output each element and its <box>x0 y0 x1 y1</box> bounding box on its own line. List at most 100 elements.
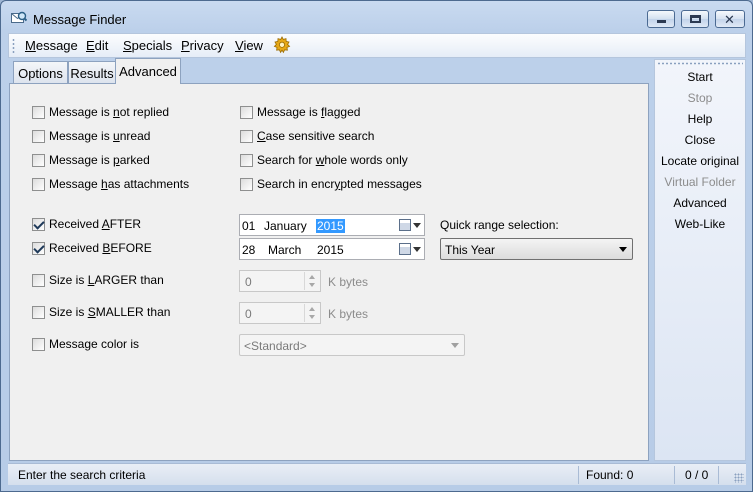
menu-view[interactable]: View <box>235 38 263 53</box>
quick-range-label: Quick range selection: <box>440 218 559 232</box>
close-icon: ✕ <box>724 12 735 27</box>
checkbox-parked-box[interactable] <box>32 153 45 167</box>
checkbox-encrypted-box[interactable] <box>240 177 253 191</box>
size-smaller-spin-buttons[interactable] <box>304 304 319 322</box>
checkbox-size-larger-label: Size is LARGER than <box>49 273 164 287</box>
gear-icon[interactable] <box>273 36 291 54</box>
spin-up-icon[interactable] <box>309 307 315 311</box>
checkbox-unread[interactable]: Message is unread <box>32 129 150 143</box>
checkbox-case-sensitive[interactable]: Case sensitive search <box>240 129 374 143</box>
checkbox-message-color[interactable]: Message color is <box>32 337 139 351</box>
checkbox-received-after-box[interactable] <box>32 217 45 231</box>
advanced-panel: Message is not replied Message is unread… <box>9 83 649 461</box>
action-button-panel: Start Stop Help Close Locate original Vi… <box>654 59 746 461</box>
size-smaller-unit: K bytes <box>328 307 369 321</box>
before-month[interactable]: March <box>268 243 301 257</box>
checkbox-not-replied-box[interactable] <box>32 105 45 119</box>
checkbox-parked-label: Message is parked <box>49 153 150 167</box>
checkbox-unread-box[interactable] <box>32 129 45 143</box>
menu-privacy[interactable]: Privacy <box>181 38 224 53</box>
tab-results[interactable]: Results <box>68 61 116 83</box>
checkbox-case-sensitive-box[interactable] <box>240 129 253 143</box>
checkbox-message-color-box[interactable] <box>32 337 45 351</box>
help-button[interactable]: Help <box>655 112 745 126</box>
size-smaller-stepper[interactable]: 0 <box>239 302 321 324</box>
checkbox-size-larger-box[interactable] <box>32 273 45 287</box>
checkbox-encrypted[interactable]: Search in encrypted messages <box>240 177 422 191</box>
advanced-button[interactable]: Advanced <box>655 196 745 210</box>
menu-message[interactable]: Message <box>25 38 78 53</box>
status-bar: Enter the search criteria Found: 0 0 / 0 <box>8 463 746 485</box>
chevron-down-icon[interactable] <box>413 247 421 252</box>
message-color-value: <Standard> <box>244 339 307 353</box>
toolbar-grip[interactable] <box>657 62 743 65</box>
toolbar-grip[interactable] <box>12 38 15 54</box>
quick-range-select[interactable]: This Year <box>440 238 633 260</box>
message-color-select[interactable]: <Standard> <box>239 334 465 356</box>
received-after-date-picker[interactable]: 01 January 2015 <box>239 214 425 236</box>
quick-range-value: This Year <box>445 243 496 257</box>
status-divider <box>718 466 719 484</box>
size-larger-stepper[interactable]: 0 <box>239 270 321 292</box>
virtual-folder-button[interactable]: Virtual Folder <box>655 175 745 189</box>
close-button[interactable]: Close <box>655 133 745 147</box>
checkbox-received-after-label: Received AFTER <box>49 217 142 231</box>
checkbox-received-before-box[interactable] <box>32 241 45 255</box>
spin-down-icon[interactable] <box>309 283 315 287</box>
checkbox-attachments-label: Message has attachments <box>49 177 190 191</box>
after-year[interactable]: 2015 <box>316 219 345 233</box>
menu-view-label: iew <box>243 38 263 53</box>
after-day[interactable]: 01 <box>242 219 255 233</box>
after-month[interactable]: January <box>264 219 307 233</box>
checkbox-whole-words[interactable]: Search for whole words only <box>240 153 408 167</box>
checkbox-attachments-box[interactable] <box>32 177 45 191</box>
menu-specials-mnemonic: S <box>123 38 132 53</box>
checkbox-size-larger[interactable]: Size is LARGER than <box>32 273 164 287</box>
tab-options[interactable]: Options <box>13 61 68 83</box>
title-bar[interactable]: Message Finder ✕ <box>1 1 752 33</box>
start-button[interactable]: Start <box>655 70 745 84</box>
minimize-button[interactable] <box>647 10 675 28</box>
before-day[interactable]: 28 <box>242 243 255 257</box>
calendar-icon[interactable] <box>399 243 411 255</box>
checkbox-received-after[interactable]: Received AFTER <box>32 217 141 231</box>
chevron-down-icon[interactable] <box>413 223 421 228</box>
size-larger-spin-buttons[interactable] <box>304 272 319 290</box>
menu-bar: Message Edit Specials Privacy View <box>8 33 746 58</box>
received-before-date-picker[interactable]: 28 March 2015 <box>239 238 425 260</box>
checkbox-flagged[interactable]: Message is flagged <box>240 105 360 119</box>
maximize-button[interactable] <box>681 10 709 28</box>
close-window-button[interactable]: ✕ <box>715 10 745 28</box>
before-year[interactable]: 2015 <box>317 243 344 257</box>
stop-button[interactable]: Stop <box>655 91 745 105</box>
checkbox-not-replied[interactable]: Message is not replied <box>32 105 169 119</box>
checkbox-received-before[interactable]: Received BEFORE <box>32 241 152 255</box>
spin-down-icon[interactable] <box>309 315 315 319</box>
message-finder-window: Message Finder ✕ Message Edit Specials P… <box>0 0 753 492</box>
menu-edit[interactable]: Edit <box>86 38 108 53</box>
calendar-icon[interactable] <box>399 219 411 231</box>
checkbox-case-sensitive-label: Case sensitive search <box>257 129 375 143</box>
spin-up-icon[interactable] <box>309 275 315 279</box>
status-message: Enter the search criteria <box>18 468 146 482</box>
checkbox-size-smaller-label: Size is SMALLER than <box>49 305 171 319</box>
tab-advanced[interactable]: Advanced <box>115 58 181 84</box>
maximize-icon <box>690 15 701 23</box>
window-title: Message Finder <box>33 12 127 27</box>
checkbox-message-color-label: Message color is <box>49 337 140 351</box>
locate-original-button[interactable]: Locate original <box>655 154 745 168</box>
resize-grip[interactable] <box>734 473 744 483</box>
size-larger-value: 0 <box>245 275 252 289</box>
checkbox-size-smaller[interactable]: Size is SMALLER than <box>32 305 170 319</box>
menu-specials[interactable]: Specials <box>123 38 172 53</box>
checkbox-flagged-box[interactable] <box>240 105 253 119</box>
checkbox-attachments[interactable]: Message has attachments <box>32 177 189 191</box>
checkbox-whole-words-box[interactable] <box>240 153 253 167</box>
checkbox-received-before-label: Received BEFORE <box>49 241 152 255</box>
menu-edit-label: dit <box>94 38 109 53</box>
menu-message-mnemonic: M <box>25 38 36 53</box>
checkbox-size-smaller-box[interactable] <box>32 305 45 319</box>
checkbox-parked[interactable]: Message is parked <box>32 153 150 167</box>
web-like-button[interactable]: Web-Like <box>655 217 745 231</box>
checkbox-unread-label: Message is unread <box>49 129 151 143</box>
